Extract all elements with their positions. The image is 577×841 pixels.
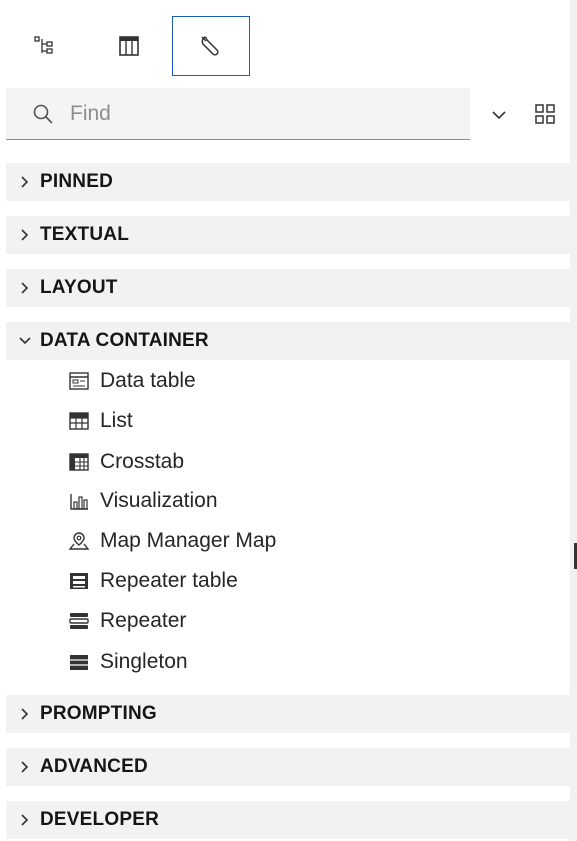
map-icon [66, 529, 92, 553]
section-advanced[interactable]: ADVANCED [6, 748, 570, 786]
toolbox-item-visualization[interactable]: Visualization [66, 484, 218, 518]
chevron-down-icon [492, 111, 506, 120]
data-table-icon [66, 369, 92, 393]
section-data-container[interactable]: DATA CONTAINER [6, 322, 570, 360]
toolbox-item-repeater-table[interactable]: Repeater table [66, 564, 238, 598]
toolbox-item-data-table[interactable]: Data table [66, 364, 196, 398]
chevron-down-icon [12, 336, 38, 346]
tab-layout[interactable] [90, 16, 168, 76]
toolbox-item-singleton[interactable]: Singleton [66, 645, 188, 679]
section-layout[interactable]: LAYOUT [6, 269, 570, 307]
section-title: LAYOUT [40, 277, 118, 298]
chevron-right-icon [12, 175, 38, 189]
singleton-icon [66, 650, 92, 674]
chevron-right-icon [12, 228, 38, 242]
toolbox-item-map-manager-map[interactable]: Map Manager Map [66, 524, 276, 558]
view-toggle-button[interactable] [531, 100, 559, 128]
chevron-right-icon [12, 760, 38, 774]
section-title: PROMPTING [40, 703, 157, 724]
chevron-right-icon [12, 281, 38, 295]
section-title: PINNED [40, 171, 113, 192]
item-label: Data table [100, 369, 196, 392]
section-title: DATA CONTAINER [40, 330, 209, 351]
search-input[interactable] [68, 92, 452, 135]
toolbox-item-crosstab[interactable]: Crosstab [66, 445, 184, 479]
panel-tabs [0, 0, 570, 78]
chevron-right-icon [12, 707, 38, 721]
section-prompting[interactable]: PROMPTING [6, 695, 570, 733]
item-label: List [100, 409, 133, 432]
repeater-table-icon [66, 569, 92, 593]
crosstab-icon [66, 450, 92, 474]
visualization-icon [66, 489, 92, 513]
toolbox-panel: PINNED TEXTUAL LAYOUT DATA CONTAINER Dat… [0, 0, 570, 841]
tab-toolbox[interactable] [172, 16, 250, 76]
section-pinned[interactable]: PINNED [6, 163, 570, 201]
list-icon [66, 409, 92, 433]
search-bar [6, 88, 470, 140]
toolbox-item-list[interactable]: List [66, 404, 133, 438]
tab-hierarchy[interactable] [6, 16, 84, 76]
hierarchy-icon [34, 36, 53, 54]
wrench-icon [201, 36, 219, 56]
item-label: Repeater table [100, 569, 238, 592]
search-icon [33, 104, 53, 124]
layout-icon [119, 36, 139, 56]
grid-view-icon [535, 104, 555, 124]
section-title: TEXTUAL [40, 224, 130, 245]
item-label: Map Manager Map [100, 529, 277, 552]
section-title: ADVANCED [40, 756, 148, 777]
filter-dropdown-button[interactable] [486, 102, 512, 128]
item-label: Visualization [100, 489, 218, 512]
item-label: Crosstab [100, 450, 185, 473]
panel-edge [570, 0, 577, 841]
toolbox-item-repeater[interactable]: Repeater [66, 604, 186, 638]
repeater-icon [66, 609, 92, 633]
section-developer[interactable]: DEVELOPER [6, 801, 570, 839]
section-title: DEVELOPER [40, 809, 159, 830]
section-textual[interactable]: TEXTUAL [6, 216, 570, 254]
chevron-right-icon [12, 813, 38, 827]
item-label: Repeater [100, 609, 187, 632]
item-label: Singleton [100, 650, 188, 673]
